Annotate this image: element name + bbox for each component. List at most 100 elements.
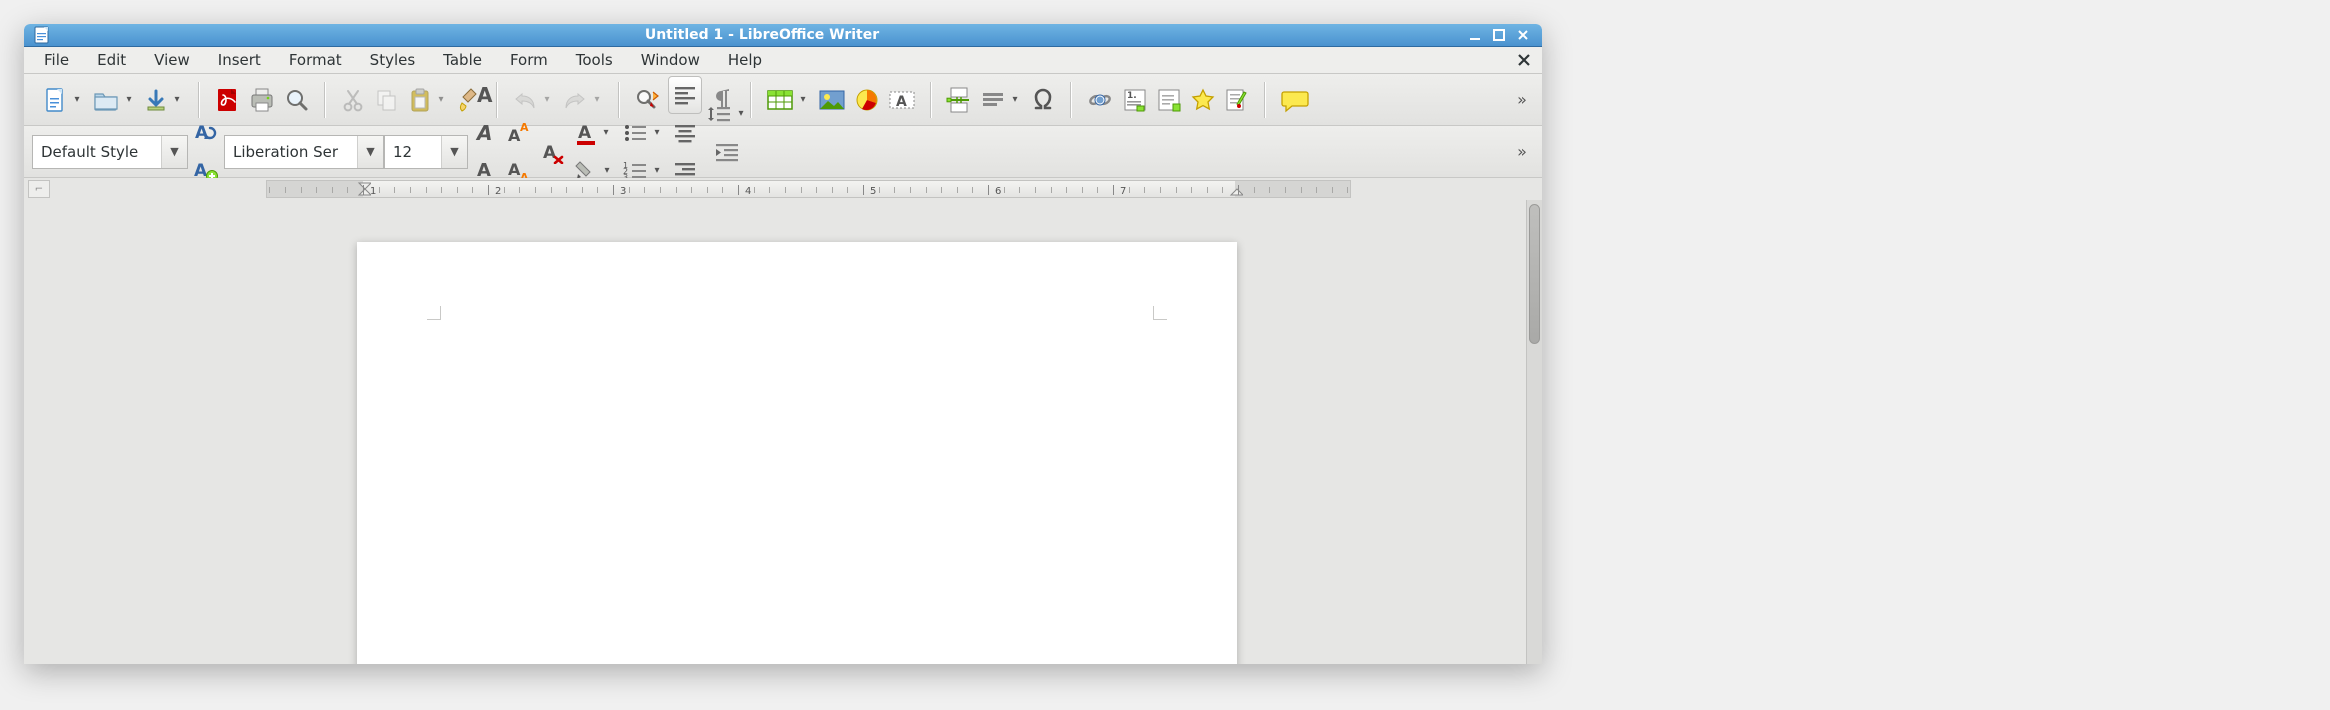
print-button[interactable]	[244, 81, 280, 119]
menu-file[interactable]: File	[30, 47, 83, 73]
chevron-down-icon[interactable]: ▾	[650, 127, 664, 138]
insert-hyperlink-button[interactable]	[1082, 81, 1118, 119]
font-size-value: 12	[393, 143, 441, 161]
insert-table-button[interactable]: ▾	[762, 81, 814, 119]
redo-button[interactable]: ▾	[558, 81, 608, 119]
chevron-down-icon[interactable]: ▾	[734, 108, 748, 119]
copy-icon	[374, 87, 400, 113]
svg-text:1.: 1.	[1127, 91, 1137, 101]
chevron-down-icon[interactable]: ▾	[590, 94, 604, 105]
document-area[interactable]	[24, 200, 1542, 664]
menu-form[interactable]: Form	[496, 47, 562, 73]
save-button[interactable]: ▾	[140, 81, 188, 119]
align-left-button[interactable]	[668, 76, 702, 114]
toolbar-overflow-button[interactable]: »	[1510, 81, 1534, 119]
menu-edit[interactable]: Edit	[83, 47, 140, 73]
menu-insert[interactable]: Insert	[204, 47, 275, 73]
italic-button[interactable]: A	[468, 114, 502, 152]
bold-icon: A	[474, 83, 496, 107]
menu-styles[interactable]: Styles	[356, 47, 430, 73]
bullet-list-button[interactable]: ▾	[618, 114, 668, 152]
italic-icon: A	[474, 121, 496, 145]
superscript-button[interactable]: AA	[502, 114, 536, 152]
menu-view[interactable]: View	[140, 47, 204, 73]
horizontal-ruler[interactable]: 1234567	[266, 180, 1351, 198]
workspace: ⌐ 1234567	[24, 178, 1542, 664]
increase-indent-button[interactable]	[702, 133, 752, 171]
close-document-button[interactable]	[1512, 48, 1536, 72]
menu-window[interactable]: Window	[627, 47, 714, 73]
ruler-corner: ⌐	[28, 180, 50, 198]
chevron-down-icon[interactable]: ▾	[434, 94, 448, 105]
footnote-icon: 1.	[1122, 87, 1148, 113]
chevron-down-icon[interactable]: ▾	[540, 94, 554, 105]
chevron-down-icon[interactable]: ▼	[161, 136, 187, 168]
insert-chart-button[interactable]	[850, 81, 884, 119]
chevron-down-icon[interactable]: ▾	[600, 165, 614, 176]
chevron-down-icon[interactable]: ▾	[599, 127, 613, 138]
print-preview-button[interactable]	[280, 81, 314, 119]
font-name-combo[interactable]: Liberation Ser ▼	[224, 135, 384, 169]
svg-text:A: A	[195, 123, 209, 143]
insert-image-button[interactable]	[814, 81, 850, 119]
clear-formatting-button[interactable]: A	[536, 133, 570, 171]
image-icon	[818, 88, 846, 112]
insert-footnote-button[interactable]: 1.	[1118, 81, 1152, 119]
chevron-down-icon[interactable]: ▾	[170, 94, 184, 105]
app-window: Untitled 1 - LibreOffice Writer File Edi…	[24, 24, 1542, 664]
formatting-toolbar-overflow-button[interactable]: »	[1510, 133, 1534, 171]
insert-comment-button[interactable]	[1276, 81, 1314, 119]
field-lines-icon	[980, 89, 1006, 111]
find-replace-icon	[634, 87, 662, 113]
align-center-button[interactable]	[668, 114, 702, 152]
indent-increase-icon	[714, 142, 740, 162]
insert-textbox-button[interactable]: A	[884, 81, 920, 119]
undo-icon	[512, 89, 538, 111]
menu-help[interactable]: Help	[714, 47, 776, 73]
open-button[interactable]: ▾	[88, 81, 140, 119]
undo-button[interactable]: ▾	[508, 81, 558, 119]
maximize-button[interactable]	[1488, 24, 1510, 46]
paragraph-style-combo[interactable]: Default Style ▼	[32, 135, 188, 169]
font-size-combo[interactable]: 12 ▼	[384, 135, 468, 169]
vertical-scrollbar[interactable]	[1526, 200, 1542, 664]
chevron-down-icon[interactable]: ▾	[650, 165, 664, 176]
chevron-down-icon[interactable]: ▾	[1008, 94, 1022, 105]
track-changes-button[interactable]	[1220, 81, 1254, 119]
vertical-scrollbar-thumb[interactable]	[1529, 204, 1540, 344]
insert-special-character-button[interactable]	[1026, 81, 1060, 119]
save-icon	[144, 87, 168, 113]
line-spacing-button[interactable]: ▾	[702, 95, 752, 133]
textbox-icon: A	[888, 88, 916, 112]
chevron-down-icon[interactable]: ▼	[441, 136, 467, 168]
page[interactable]	[357, 242, 1237, 664]
insert-page-break-button[interactable]	[942, 81, 976, 119]
scissors-icon	[341, 87, 365, 113]
insert-bookmark-button[interactable]	[1152, 81, 1186, 119]
cut-button[interactable]	[336, 81, 370, 119]
menu-format[interactable]: Format	[275, 47, 356, 73]
bookmark-icon	[1156, 87, 1182, 113]
chevron-down-icon[interactable]: ▾	[796, 94, 810, 105]
chevron-down-icon[interactable]: ▼	[357, 136, 383, 168]
paragraph-style-value: Default Style	[41, 143, 161, 161]
svg-text:A: A	[578, 123, 592, 143]
menubar: File Edit View Insert Format Styles Tabl…	[24, 47, 1542, 74]
insert-field-button[interactable]: ▾	[976, 81, 1026, 119]
copy-button[interactable]	[370, 81, 404, 119]
menu-table[interactable]: Table	[429, 47, 496, 73]
close-button[interactable]	[1512, 24, 1534, 46]
update-style-button[interactable]: A	[188, 114, 224, 152]
chevron-down-icon[interactable]: ▾	[70, 94, 84, 105]
svg-text:A: A	[475, 121, 492, 145]
insert-cross-reference-button[interactable]	[1186, 81, 1220, 119]
paste-button[interactable]: ▾	[404, 81, 452, 119]
new-document-button[interactable]: ▾	[38, 81, 88, 119]
new-doc-icon	[42, 86, 68, 114]
chevron-down-icon[interactable]: ▾	[122, 94, 136, 105]
minimize-button[interactable]	[1464, 24, 1486, 46]
menu-tools[interactable]: Tools	[562, 47, 627, 73]
font-color-button[interactable]: A ▾	[570, 114, 618, 152]
bold-button[interactable]: A	[468, 76, 502, 114]
superscript-icon: AA	[506, 121, 532, 145]
